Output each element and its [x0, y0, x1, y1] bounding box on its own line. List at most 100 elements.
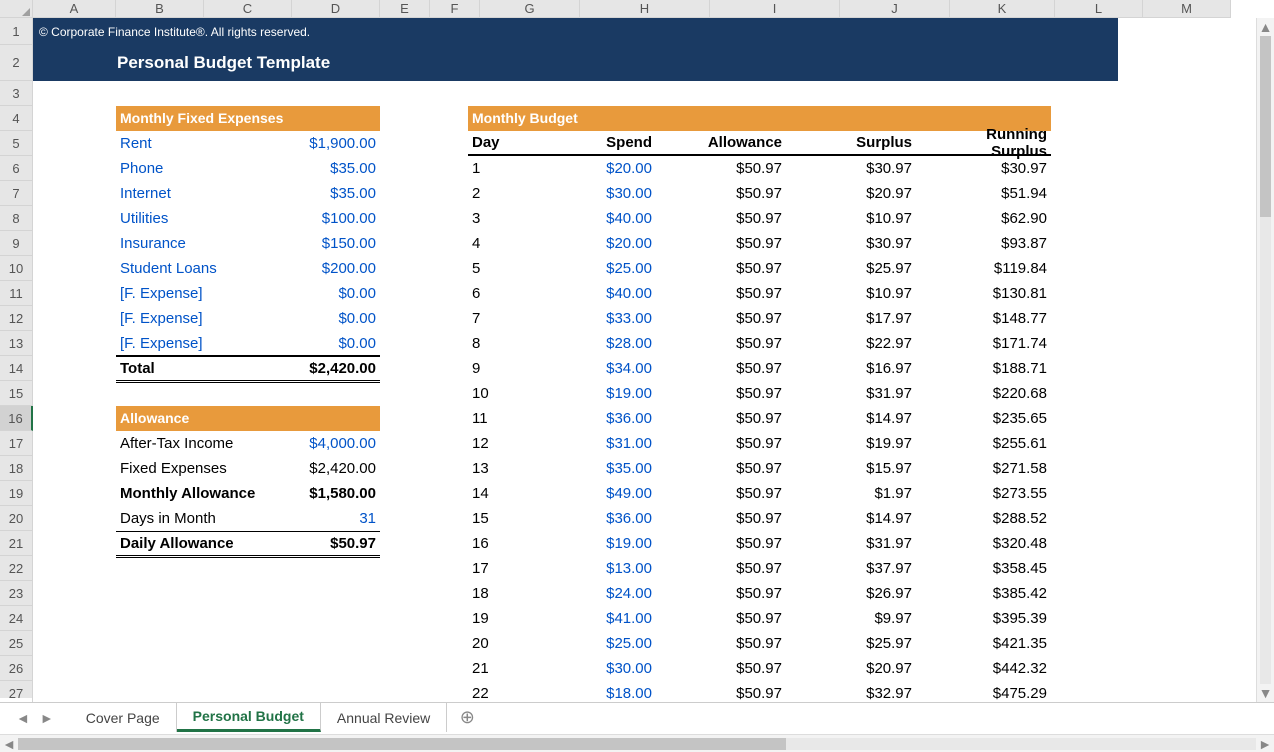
budget-row[interactable]: 20$25.00$50.97$25.97$421.35 [468, 631, 1051, 656]
budget-row[interactable]: 11$36.00$50.97$14.97$235.65 [468, 406, 1051, 431]
column-header-B[interactable]: B [116, 0, 204, 18]
budget-day: 21 [468, 660, 568, 677]
budget-row[interactable]: 15$36.00$50.97$14.97$288.52 [468, 506, 1051, 531]
column-header-H[interactable]: H [580, 0, 710, 18]
row-header-14[interactable]: 14 [0, 356, 33, 381]
column-header-D[interactable]: D [292, 0, 380, 18]
select-all-corner[interactable] [0, 0, 33, 18]
column-header-F[interactable]: F [430, 0, 480, 18]
column-header-J[interactable]: J [840, 0, 950, 18]
tab-nav-next-icon[interactable]: ► [40, 710, 54, 726]
budget-row[interactable]: 13$35.00$50.97$15.97$271.58 [468, 456, 1051, 481]
vscroll-thumb[interactable] [1260, 36, 1271, 217]
column-header-M[interactable]: M [1143, 0, 1231, 18]
budget-surplus: $25.97 [798, 635, 928, 652]
row-header-26[interactable]: 26 [0, 656, 33, 681]
fixed-expense-row[interactable]: Rent$1,900.00 [116, 131, 380, 156]
row-header-7[interactable]: 7 [0, 181, 33, 206]
row-header-20[interactable]: 20 [0, 506, 33, 531]
scroll-right-icon[interactable]: ► [1256, 736, 1274, 752]
column-header-E[interactable]: E [380, 0, 430, 18]
fixed-expense-row[interactable]: Phone$35.00 [116, 156, 380, 181]
row-header-21[interactable]: 21 [0, 531, 33, 556]
allowance-row[interactable]: Days in Month31 [116, 506, 380, 531]
cell-area[interactable]: © Corporate Finance Institute®. All righ… [33, 18, 1274, 698]
budget-row[interactable]: 2$30.00$50.97$20.97$51.94 [468, 181, 1051, 206]
row-header-22[interactable]: 22 [0, 556, 33, 581]
add-sheet-button[interactable]: ⊕ [447, 707, 487, 728]
budget-allowance: $50.97 [668, 360, 798, 377]
scroll-down-icon[interactable]: ▼ [1257, 684, 1274, 702]
allowance-row[interactable]: After-Tax Income$4,000.00 [116, 431, 380, 456]
column-header-C[interactable]: C [204, 0, 292, 18]
hscroll-track[interactable] [18, 738, 1256, 750]
budget-row[interactable]: 5$25.00$50.97$25.97$119.84 [468, 256, 1051, 281]
fixed-expense-row[interactable]: Utilities$100.00 [116, 206, 380, 231]
budget-row[interactable]: 6$40.00$50.97$10.97$130.81 [468, 281, 1051, 306]
budget-row[interactable]: 9$34.00$50.97$16.97$188.71 [468, 356, 1051, 381]
fixed-expense-row[interactable]: Internet$35.00 [116, 181, 380, 206]
row-header-10[interactable]: 10 [0, 256, 33, 281]
row-header-8[interactable]: 8 [0, 206, 33, 231]
tab-nav-prev-icon[interactable]: ◄ [16, 710, 30, 726]
sheet-tab[interactable]: Personal Budget [177, 703, 321, 732]
budget-row[interactable]: 16$19.00$50.97$31.97$320.48 [468, 531, 1051, 556]
sheet-tab[interactable]: Annual Review [321, 703, 447, 732]
row-header-13[interactable]: 13 [0, 331, 33, 356]
fixed-expense-row[interactable]: Student Loans$200.00 [116, 256, 380, 281]
allowance-row[interactable]: Fixed Expenses$2,420.00 [116, 456, 380, 481]
budget-row[interactable]: 10$19.00$50.97$31.97$220.68 [468, 381, 1051, 406]
row-header-17[interactable]: 17 [0, 431, 33, 456]
row-header-12[interactable]: 12 [0, 306, 33, 331]
row-header-16[interactable]: 16 [0, 406, 33, 431]
row-header-18[interactable]: 18 [0, 456, 33, 481]
fixed-expense-row[interactable]: [F. Expense]$0.00 [116, 281, 380, 306]
scroll-left-icon[interactable]: ◄ [0, 736, 18, 752]
sheet-tab[interactable]: Cover Page [70, 703, 177, 732]
column-header-G[interactable]: G [480, 0, 580, 18]
budget-row[interactable]: 14$49.00$50.97$1.97$273.55 [468, 481, 1051, 506]
budget-row[interactable]: 18$24.00$50.97$26.97$385.42 [468, 581, 1051, 606]
expense-label: Student Loans [116, 260, 280, 277]
allowance-row[interactable]: Monthly Allowance$1,580.00 [116, 481, 380, 506]
column-header-K[interactable]: K [950, 0, 1055, 18]
row-header-24[interactable]: 24 [0, 606, 33, 631]
vscroll-track[interactable] [1260, 36, 1271, 684]
budget-surplus: $22.97 [798, 335, 928, 352]
budget-row[interactable]: 1$20.00$50.97$30.97$30.97 [468, 156, 1051, 181]
budget-row[interactable]: 8$28.00$50.97$22.97$171.74 [468, 331, 1051, 356]
row-header-9[interactable]: 9 [0, 231, 33, 256]
budget-row[interactable]: 19$41.00$50.97$9.97$395.39 [468, 606, 1051, 631]
budget-day: 15 [468, 510, 568, 527]
fixed-expense-row[interactable]: [F. Expense]$0.00 [116, 331, 380, 356]
budget-row[interactable]: 21$30.00$50.97$20.97$442.32 [468, 656, 1051, 681]
row-header-23[interactable]: 23 [0, 581, 33, 606]
row-header-2[interactable]: 2 [0, 45, 33, 81]
allowance-row[interactable]: Daily Allowance$50.97 [116, 531, 380, 558]
budget-row[interactable]: 3$40.00$50.97$10.97$62.90 [468, 206, 1051, 231]
budget-row[interactable]: 12$31.00$50.97$19.97$255.61 [468, 431, 1051, 456]
hscroll-thumb[interactable] [18, 738, 786, 750]
row-header-4[interactable]: 4 [0, 106, 33, 131]
row-header-3[interactable]: 3 [0, 81, 33, 106]
fixed-expense-row[interactable]: [F. Expense]$0.00 [116, 306, 380, 331]
budget-row[interactable]: 17$13.00$50.97$37.97$358.45 [468, 556, 1051, 581]
column-header-A[interactable]: A [33, 0, 116, 18]
row-header-15[interactable]: 15 [0, 381, 33, 406]
row-header-25[interactable]: 25 [0, 631, 33, 656]
budget-running: $255.61 [928, 435, 1051, 452]
horizontal-scrollbar[interactable]: ◄ ► [0, 734, 1274, 752]
row-header-19[interactable]: 19 [0, 481, 33, 506]
vertical-scrollbar[interactable]: ▲ ▼ [1256, 18, 1274, 702]
row-header-6[interactable]: 6 [0, 156, 33, 181]
row-header-11[interactable]: 11 [0, 281, 33, 306]
budget-allowance: $50.97 [668, 460, 798, 477]
scroll-up-icon[interactable]: ▲ [1257, 18, 1274, 36]
row-header-5[interactable]: 5 [0, 131, 33, 156]
column-header-I[interactable]: I [710, 0, 840, 18]
column-header-L[interactable]: L [1055, 0, 1143, 18]
budget-row[interactable]: 7$33.00$50.97$17.97$148.77 [468, 306, 1051, 331]
row-header-1[interactable]: 1 [0, 18, 33, 45]
budget-row[interactable]: 4$20.00$50.97$30.97$93.87 [468, 231, 1051, 256]
fixed-expense-row[interactable]: Insurance$150.00 [116, 231, 380, 256]
